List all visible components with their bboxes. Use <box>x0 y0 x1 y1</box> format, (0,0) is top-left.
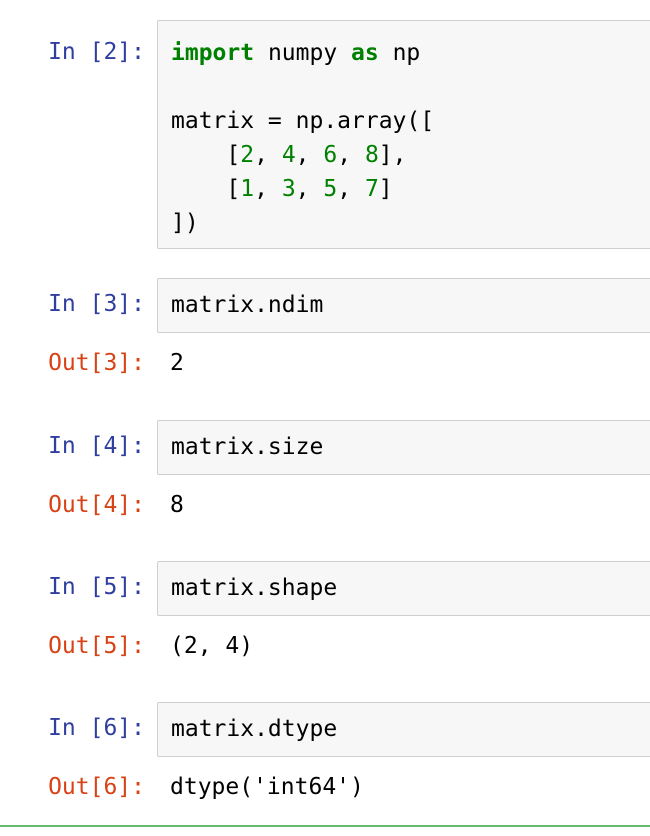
in-prompt-2: In [2]: <box>48 39 145 65</box>
code-text: [ <box>171 176 241 202</box>
out-prompt-5: Out[5]: <box>48 633 145 659</box>
number-literal: 7 <box>364 176 379 202</box>
code-text: numpy <box>254 40 352 66</box>
selected-cell-indicator <box>0 825 650 827</box>
in-prompt-5: In [5]: <box>48 574 145 600</box>
out-prompt-6: Out[6]: <box>48 774 145 800</box>
code-text: [ <box>171 142 241 168</box>
code-editor-3[interactable]: matrix.ndim <box>158 288 650 322</box>
code-text: ] <box>378 176 393 202</box>
number-literal: 6 <box>323 142 338 168</box>
keyword-as: as <box>351 40 379 66</box>
output-3: 2 <box>170 350 184 376</box>
code-cell-4[interactable]: matrix.size <box>157 420 650 475</box>
output-5: (2, 4) <box>170 633 254 659</box>
number-literal: 8 <box>364 142 379 168</box>
code-editor-2[interactable]: import numpy as np matrix = np.array([ [… <box>158 36 650 240</box>
notebook: In [2]: import numpy as np matrix = np.a… <box>0 0 650 836</box>
code-cell-3[interactable]: matrix.ndim <box>157 278 650 333</box>
output-4: 8 <box>170 492 184 518</box>
out-prompt-4: Out[4]: <box>48 492 145 518</box>
code-text: ]) <box>171 210 199 236</box>
code-cell-2[interactable]: import numpy as np matrix = np.array([ [… <box>157 20 650 249</box>
out-prompt-3: Out[3]: <box>48 350 145 376</box>
number-literal: 5 <box>323 176 338 202</box>
code-text: matrix = np.array([ <box>171 108 435 134</box>
number-literal: 1 <box>240 176 255 202</box>
in-prompt-6: In [6]: <box>48 715 145 741</box>
code-text: ], <box>378 142 407 168</box>
number-literal: 4 <box>281 142 296 168</box>
code-editor-5[interactable]: matrix.shape <box>158 571 650 605</box>
code-editor-6[interactable]: matrix.dtype <box>158 712 650 746</box>
output-6: dtype('int64') <box>170 774 364 800</box>
keyword-import: import <box>171 40 255 66</box>
code-editor-4[interactable]: matrix.size <box>158 430 650 464</box>
in-prompt-4: In [4]: <box>48 433 145 459</box>
in-prompt-3: In [3]: <box>48 291 145 317</box>
number-literal: 3 <box>281 176 296 202</box>
number-literal: 2 <box>240 142 255 168</box>
code-cell-6[interactable]: matrix.dtype <box>157 702 650 757</box>
code-cell-5[interactable]: matrix.shape <box>157 561 650 616</box>
code-text: np <box>378 40 421 66</box>
